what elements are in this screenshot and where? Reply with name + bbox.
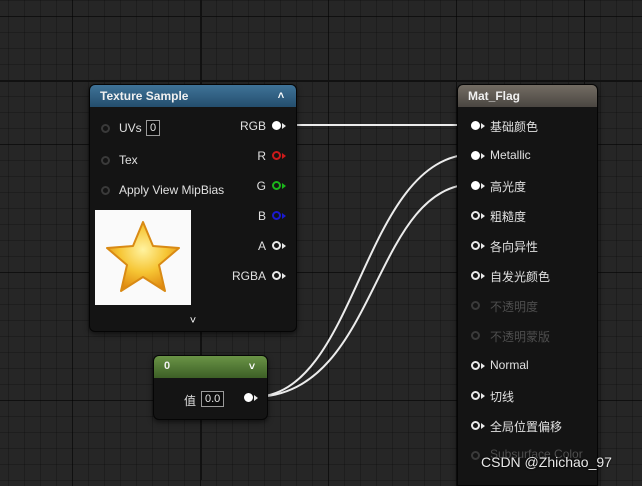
roughness-label: 粗糙度: [490, 210, 527, 224]
collapse-chevron-icon[interactable]: ˄: [274, 89, 288, 103]
world-position-offset-arrow-icon: [481, 423, 485, 429]
watermark: CSDN @Zhichao_97: [481, 454, 612, 470]
r-output-pin-icon[interactable]: [272, 151, 281, 160]
uvs-value-field[interactable]: 0: [146, 120, 161, 136]
rgb-arrow-icon: [282, 123, 286, 129]
star-icon: [106, 221, 180, 292]
g-output-label: G: [256, 179, 266, 193]
roughness-arrow-icon: [481, 213, 485, 219]
specular-label: 高光度: [490, 180, 527, 194]
apply-view-mipbias-label: Apply View MipBias: [119, 183, 225, 197]
metallic-pin-icon[interactable]: [471, 151, 480, 160]
tangent-label: 切线: [490, 390, 515, 404]
constant-value-field[interactable]: 0.0: [201, 391, 225, 407]
r-output-label: R: [257, 149, 266, 163]
base-color-label: 基础颜色: [490, 120, 539, 134]
uvs-label: UVs: [119, 121, 142, 135]
constant-header[interactable]: 0 ˅: [154, 356, 267, 378]
material-result-node[interactable]: Mat_Flag 基础颜色 Metallic 高光度 粗糙度 各向异性 自发光颜…: [457, 84, 598, 486]
tangent-arrow-icon: [481, 393, 485, 399]
mipbias-input-pin-icon[interactable]: [101, 186, 110, 195]
base-color-pin-icon[interactable]: [471, 121, 480, 130]
constant-output-pin-icon[interactable]: [244, 393, 253, 402]
metallic-arrow-icon: [481, 153, 485, 159]
constant-title: 0: [164, 360, 171, 372]
world-position-offset-label: 全局位置偏移: [490, 420, 563, 434]
rgb-output-pin-icon[interactable]: [272, 121, 281, 130]
a-output-pin-icon[interactable]: [272, 241, 281, 250]
rgba-output-pin-icon[interactable]: [272, 271, 281, 280]
tex-label: Tex: [119, 153, 138, 167]
opacity-pin-icon: [471, 301, 480, 310]
tangent-pin-icon[interactable]: [471, 391, 480, 400]
opacity-mask-pin-icon: [471, 331, 480, 340]
a-arrow-icon: [282, 243, 286, 249]
anisotropy-arrow-icon: [481, 243, 485, 249]
material-title: Mat_Flag: [468, 89, 521, 103]
constant-value-label: 值: [184, 394, 197, 408]
normal-pin-icon[interactable]: [471, 361, 480, 370]
anisotropy-label: 各向异性: [490, 240, 539, 254]
uvs-input-pin-icon[interactable]: [101, 124, 110, 133]
roughness-pin-icon[interactable]: [471, 211, 480, 220]
base-color-arrow-icon: [481, 123, 485, 129]
b-output-label: B: [257, 209, 266, 223]
opacity-label: 不透明度: [490, 300, 539, 314]
texture-sample-header[interactable]: Texture Sample ˄: [90, 85, 296, 107]
world-position-offset-pin-icon[interactable]: [471, 421, 480, 430]
expand-preview-chevron-icon[interactable]: ˅: [186, 314, 200, 328]
b-arrow-icon: [282, 213, 286, 219]
emissive-pin-icon[interactable]: [471, 271, 480, 280]
specular-pin-icon[interactable]: [471, 181, 480, 190]
metallic-label: Metallic: [490, 148, 531, 162]
r-arrow-icon: [282, 153, 286, 159]
tex-input-pin-icon[interactable]: [101, 156, 110, 165]
g-arrow-icon: [282, 183, 286, 189]
opacity-mask-label: 不透明蒙版: [490, 330, 551, 344]
rgba-output-label: RGBA: [231, 269, 266, 283]
texture-preview: [95, 210, 191, 305]
a-output-label: A: [257, 239, 266, 253]
material-header[interactable]: Mat_Flag: [458, 85, 597, 107]
texture-sample-title: Texture Sample: [100, 89, 189, 103]
subsurface-color-pin-icon: [471, 451, 480, 460]
b-output-pin-icon[interactable]: [272, 211, 281, 220]
normal-arrow-icon: [481, 363, 485, 369]
constant-node[interactable]: 0 ˅ 值 0.0: [153, 355, 268, 420]
specular-arrow-icon: [481, 183, 485, 189]
constant-arrow-icon: [254, 395, 258, 401]
constant-dropdown-chevron-icon[interactable]: ˅: [245, 360, 259, 374]
rgb-output-label: RGB: [239, 119, 266, 133]
anisotropy-pin-icon[interactable]: [471, 241, 480, 250]
g-output-pin-icon[interactable]: [272, 181, 281, 190]
emissive-label: 自发光颜色: [490, 270, 551, 284]
texture-sample-node[interactable]: Texture Sample ˄ UVs 0 Tex Apply View Mi…: [89, 84, 297, 332]
rgba-arrow-icon: [282, 273, 286, 279]
normal-label: Normal: [490, 358, 529, 372]
emissive-arrow-icon: [481, 273, 485, 279]
